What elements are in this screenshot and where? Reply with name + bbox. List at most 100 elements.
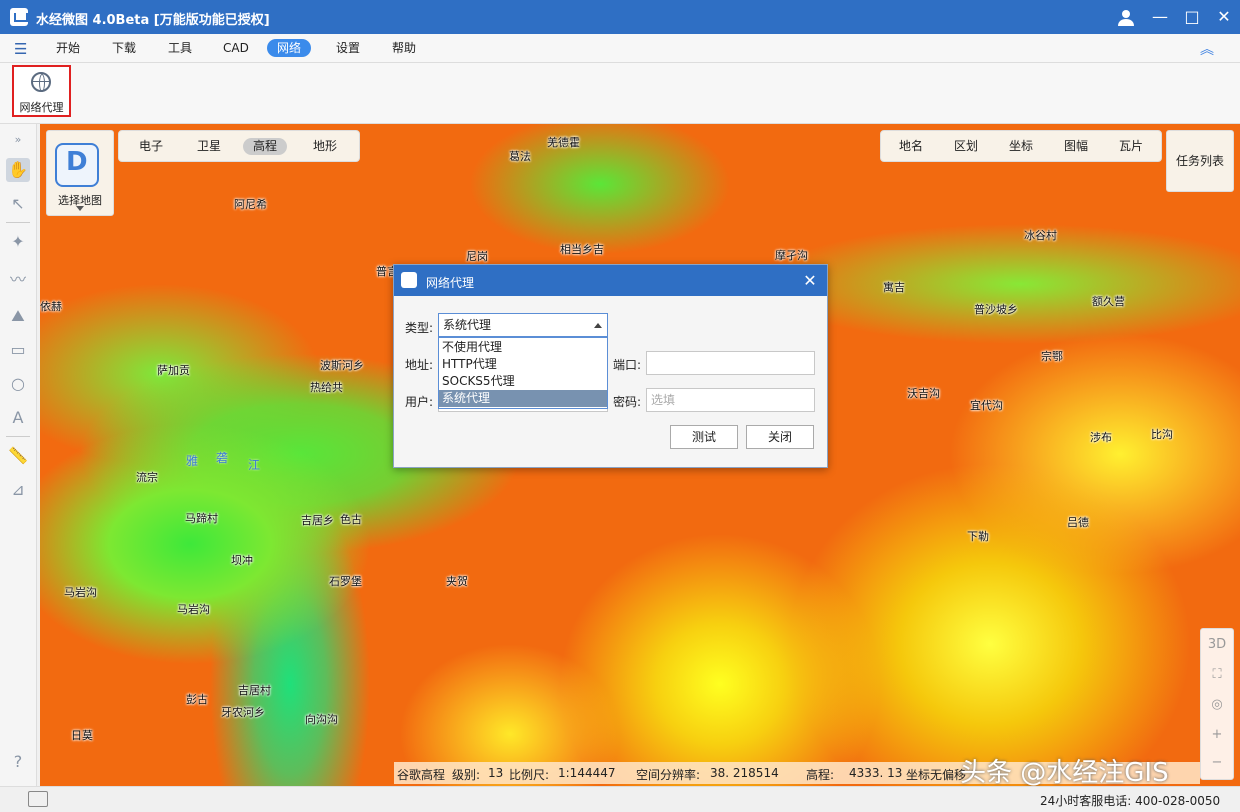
close-button[interactable]: 关闭 bbox=[746, 425, 814, 449]
coordinate-label: 坐标无偏移 bbox=[906, 768, 967, 782]
status-bar: 24小时客服电话: 400-028-0050 bbox=[0, 786, 1240, 812]
password-field[interactable]: 选填 bbox=[646, 388, 815, 412]
dialog-title: 网络代理 bbox=[426, 276, 475, 290]
map-place-label: 吉居村 bbox=[238, 684, 271, 697]
option-no-proxy[interactable]: 不使用代理 bbox=[439, 339, 607, 356]
option-system-proxy[interactable]: 系统代理 bbox=[439, 390, 607, 407]
overlay-coordinates[interactable]: 坐标 bbox=[999, 138, 1043, 155]
maximize-button[interactable]: □ bbox=[1176, 0, 1208, 34]
draw-rectangle-icon[interactable]: ▭ bbox=[6, 338, 30, 362]
ribbon-toolbar: 网络代理 bbox=[0, 63, 1240, 124]
overlay-divisions[interactable]: 区划 bbox=[944, 138, 988, 155]
overlay-sheets[interactable]: 图幅 bbox=[1054, 138, 1098, 155]
task-list-button[interactable]: 任务列表 bbox=[1166, 130, 1234, 192]
map-place-label: 阿尼希 bbox=[234, 198, 267, 211]
locate-icon[interactable]: ◎ bbox=[1201, 691, 1233, 719]
network-proxy-tool-label: 网络代理 bbox=[19, 101, 64, 114]
overlay-placenames[interactable]: 地名 bbox=[889, 138, 933, 155]
map-place-label: 宗鄂 bbox=[1041, 350, 1063, 363]
elevation-label: 高程: bbox=[806, 768, 835, 782]
map-place-label: 寓吉 bbox=[883, 281, 905, 294]
type-label: 类型: bbox=[405, 321, 434, 335]
menu-cad[interactable]: CAD bbox=[213, 39, 259, 57]
option-http-proxy[interactable]: HTTP代理 bbox=[439, 356, 607, 373]
test-button[interactable]: 测试 bbox=[670, 425, 738, 449]
map-place-label: 马蹄村 bbox=[185, 512, 218, 525]
menu-network[interactable]: 网络 bbox=[267, 39, 312, 57]
overlay-tiles[interactable]: 瓦片 bbox=[1109, 138, 1153, 155]
zoom-in-icon[interactable]: + bbox=[1201, 721, 1233, 749]
expand-panel-icon[interactable]: » bbox=[6, 128, 30, 152]
river-label: 砻 bbox=[216, 451, 229, 465]
river-label: 雅 bbox=[186, 454, 199, 468]
map-type-group: 电子 卫星 高程 地形 bbox=[118, 130, 360, 162]
app-title: 水经微图 4.0Beta [万能版功能已授权] bbox=[36, 13, 270, 28]
title-bar: 水经微图 4.0Beta [万能版功能已授权] — □ ✕ bbox=[0, 0, 1240, 34]
map-type-vector[interactable]: 电子 bbox=[129, 138, 173, 155]
map-place-label: 比沟 bbox=[1151, 428, 1173, 441]
map-place-label: 流宗 bbox=[136, 471, 158, 484]
map-place-label: 马岩沟 bbox=[64, 586, 97, 599]
select-caret-icon bbox=[594, 323, 602, 328]
draw-circle-icon[interactable]: ○ bbox=[6, 372, 30, 396]
user-label: 用户: bbox=[405, 395, 434, 409]
port-field[interactable] bbox=[646, 351, 815, 375]
collapse-ribbon-icon[interactable]: ︽ bbox=[1200, 39, 1214, 59]
menu-bar: ☰ 开始 下载 工具 CAD 网络 设置 帮助 ︽ bbox=[0, 34, 1240, 63]
menu-download[interactable]: 下载 bbox=[102, 39, 146, 57]
map-place-label: 牙农河乡 bbox=[221, 706, 265, 719]
map-place-label: 日莫 bbox=[71, 729, 93, 742]
fullscreen-icon[interactable]: ⛶ bbox=[1201, 661, 1233, 689]
hotline-text: 24小时客服电话: 400-028-0050 bbox=[1040, 794, 1221, 808]
map-place-label: 热给共 bbox=[310, 381, 343, 394]
level-value: 13 bbox=[488, 766, 504, 780]
option-socks5-proxy[interactable]: SOCKS5代理 bbox=[439, 373, 607, 390]
map-type-elevation[interactable]: 高程 bbox=[243, 138, 288, 155]
3d-toggle-button[interactable]: 3D bbox=[1201, 631, 1233, 659]
resolution-value: 38. 218514 bbox=[710, 766, 779, 780]
help-icon[interactable]: ? bbox=[6, 750, 30, 774]
proxy-type-dropdown: 不使用代理 HTTP代理 SOCKS5代理 系统代理 bbox=[438, 337, 608, 409]
draw-polygon-icon[interactable]: ⛰ bbox=[6, 304, 30, 328]
proxy-type-select[interactable]: 系统代理 bbox=[438, 313, 608, 337]
pan-hand-icon[interactable]: ✋ bbox=[6, 158, 30, 182]
dialog-header: 网络代理 ✕ bbox=[394, 265, 827, 296]
map-place-label: 冰谷村 bbox=[1024, 229, 1057, 242]
map-place-label: 夹贺 bbox=[446, 575, 468, 588]
hamburger-menu-icon[interactable]: ☰ bbox=[14, 40, 27, 58]
map-place-label: 葛法 bbox=[509, 150, 531, 163]
select-arrow-icon[interactable]: ↖ bbox=[6, 192, 30, 216]
menu-settings[interactable]: 设置 bbox=[326, 39, 370, 57]
keyboard-icon[interactable] bbox=[28, 791, 48, 807]
app-logo-icon bbox=[10, 8, 28, 26]
map-place-label: 吕德 bbox=[1067, 516, 1089, 529]
dialog-logo-icon bbox=[401, 272, 417, 288]
add-text-icon[interactable]: A bbox=[6, 406, 30, 430]
map-place-label: 普沙坡乡 bbox=[974, 303, 1018, 316]
menu-start[interactable]: 开始 bbox=[46, 39, 90, 57]
map-type-terrain[interactable]: 地形 bbox=[303, 138, 347, 155]
select-basemap-button[interactable]: D 选择地图 bbox=[46, 130, 114, 216]
dialog-close-icon[interactable]: ✕ bbox=[798, 269, 822, 293]
map-place-label: 依赫 bbox=[40, 300, 62, 313]
network-proxy-tool-button[interactable]: 网络代理 bbox=[12, 65, 71, 117]
draw-line-icon[interactable]: 〰 bbox=[6, 268, 30, 292]
source-name: 谷歌高程 bbox=[397, 768, 446, 782]
map-place-label: 相当乡吉 bbox=[560, 243, 604, 256]
elevation-value: 4333. 13 bbox=[849, 766, 903, 780]
level-label: 级别: bbox=[452, 768, 481, 782]
minimize-button[interactable]: — bbox=[1144, 0, 1176, 34]
menu-tools[interactable]: 工具 bbox=[158, 39, 202, 57]
map-place-label: 石罗堡 bbox=[329, 575, 362, 588]
user-icon[interactable] bbox=[1110, 0, 1142, 34]
port-label: 端口: bbox=[613, 358, 642, 372]
close-window-button[interactable]: ✕ bbox=[1208, 0, 1240, 34]
measure-distance-icon[interactable]: 📏 bbox=[6, 444, 30, 468]
draw-point-icon[interactable]: ✦ bbox=[6, 230, 30, 254]
map-type-satellite[interactable]: 卫星 bbox=[187, 138, 231, 155]
zoom-out-icon[interactable]: − bbox=[1201, 749, 1233, 777]
map-place-label: 色古 bbox=[340, 513, 362, 526]
menu-help[interactable]: 帮助 bbox=[382, 39, 426, 57]
measure-area-icon[interactable]: ⊿ bbox=[6, 478, 30, 502]
basemap-logo-icon: D bbox=[55, 143, 99, 187]
